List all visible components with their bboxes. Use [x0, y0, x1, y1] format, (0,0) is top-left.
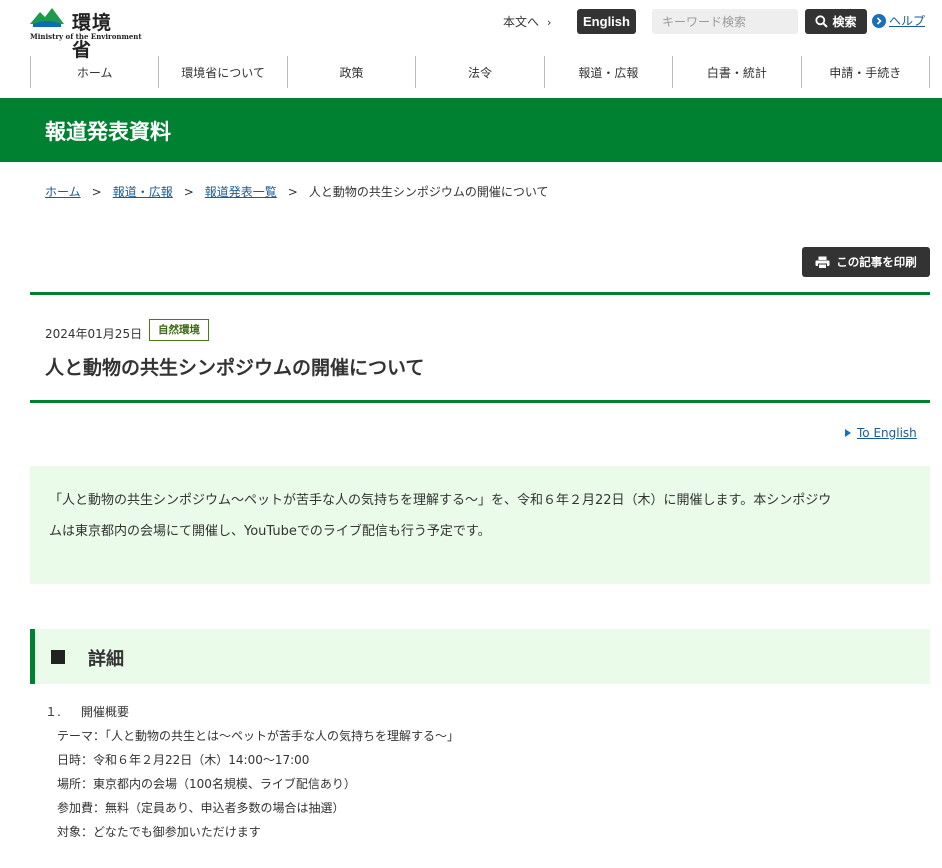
to-english-link[interactable]: To English: [845, 426, 917, 440]
nav-item-whitepaper[interactable]: 白書・統計: [672, 56, 800, 88]
skip-to-content-link[interactable]: 本文へ ›: [503, 13, 551, 30]
article-title: 人と動物の共生シンポジウムの開催について: [45, 357, 425, 379]
search-button-label: 検索: [832, 15, 857, 29]
page-banner: 報道発表資料: [0, 98, 942, 162]
nav-item-law[interactable]: 法令: [415, 56, 543, 88]
nav-item-application[interactable]: 申請・手続き: [800, 56, 930, 88]
chevron-right-icon: ›: [547, 16, 552, 29]
details-list: １. 開催概要 テーマ：「人と動物の共生とは～ペットが苦手な人の気持ちを理解する～…: [45, 702, 459, 846]
nav-item-press[interactable]: 報道・広報: [543, 56, 672, 88]
details-theme: テーマ：「人と動物の共生とは～ペットが苦手な人の気持ちを理解する～」: [57, 729, 460, 743]
details-item-number: １.: [45, 705, 61, 719]
details-place: 場所：東京都内の会場（100名規模、ライブ配信あり）: [57, 777, 356, 791]
details-item-heading: １. 開催概要: [45, 702, 459, 726]
nav-item-about[interactable]: 環境省について: [158, 56, 286, 88]
breadcrumb-separator: >: [183, 185, 194, 199]
print-button-label: この記事を印刷: [836, 255, 917, 269]
details-fee: 参加費：無料（定員あり、申込者多数の場合は抽選）: [57, 801, 345, 815]
help-circle-icon: [872, 13, 886, 28]
breadcrumb-home[interactable]: ホーム: [45, 185, 81, 199]
details-datetime: 日時：令和６年２月22日（木）14:00～17:00: [57, 753, 310, 767]
help-link-label: ヘルプ: [889, 14, 926, 28]
breadcrumb-separator: >: [287, 185, 298, 199]
details-item-title: 開催概要: [81, 705, 130, 719]
english-button[interactable]: English: [577, 9, 636, 34]
printer-icon: [815, 256, 830, 269]
mountain-logo-icon: [30, 8, 64, 27]
logo-text-en: Ministry of the Environment: [30, 32, 142, 41]
breadcrumb-press[interactable]: 報道・広報: [113, 185, 173, 199]
breadcrumb-current: 人と動物の共生シンポジウムの開催について: [308, 185, 549, 199]
breadcrumb-separator: >: [91, 185, 102, 199]
search-input[interactable]: [652, 9, 798, 34]
skip-link-label: 本文へ: [503, 15, 540, 29]
to-english-label[interactable]: To English: [857, 426, 917, 440]
breadcrumb-list[interactable]: 報道発表一覧: [205, 185, 277, 199]
section-heading-text: 詳細: [88, 649, 124, 670]
breadcrumb: ホーム > 報道・広報 > 報道発表一覧 > 人と動物の共生シンポジウムの開催について: [45, 183, 549, 200]
nav-item-policy[interactable]: 政策: [286, 56, 415, 88]
global-nav: ホーム 環境省について 政策 法令 報道・広報 白書・統計 申請・手続き: [30, 56, 930, 88]
details-target: 対象：どなたでも御参加いただけます: [57, 825, 261, 839]
article-header: 2024年01月25日 自然環境 人と動物の共生シンポジウムの開催について: [30, 292, 930, 403]
search-button[interactable]: 検索: [805, 9, 867, 34]
summary-line: ムは東京都内の会場にて開催し、YouTubeでのライブ配信も行う予定です。: [49, 524, 491, 539]
category-badge: 自然環境: [149, 319, 209, 341]
section-heading: 詳細: [30, 629, 930, 684]
print-button[interactable]: この記事を印刷: [802, 247, 930, 277]
square-bullet-icon: [51, 650, 65, 664]
summary-box: 「人と動物の共生シンポジウム～ペットが苦手な人の気持ちを理解する～」を、令和６年…: [30, 466, 930, 584]
summary-line: 「人と動物の共生シンポジウム～ペットが苦手な人の気持ちを理解する～」を、令和６年…: [49, 493, 832, 508]
site-header: 環境省 Ministry of the Environment 本文へ › Eng…: [0, 0, 942, 61]
triangle-right-icon: [845, 429, 851, 437]
help-link[interactable]: ヘルプ: [872, 12, 925, 29]
site-logo[interactable]: 環境省 Ministry of the Environment: [30, 4, 142, 61]
search-icon: [815, 15, 829, 28]
nav-item-home[interactable]: ホーム: [30, 56, 158, 88]
page-title: 報道発表資料: [45, 120, 171, 144]
article-date: 2024年01月25日: [45, 327, 143, 341]
